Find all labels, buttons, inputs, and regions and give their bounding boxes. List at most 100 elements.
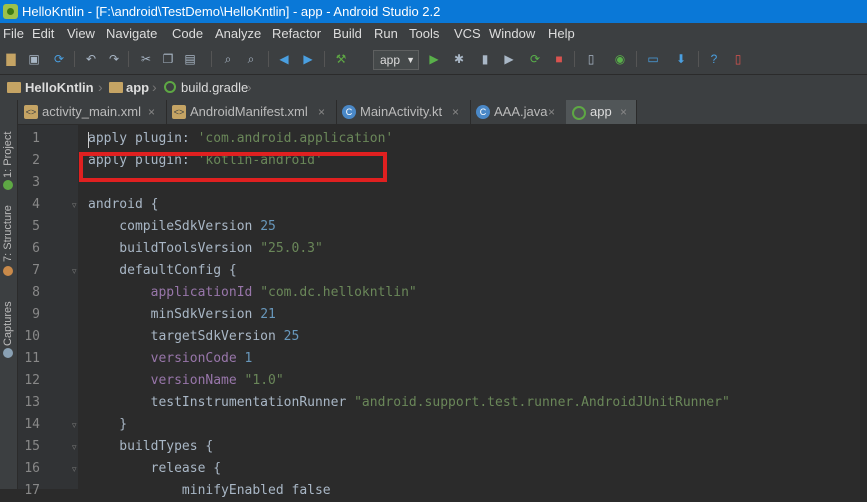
- menu-analyze[interactable]: Analyze: [215, 23, 261, 44]
- title-bar: HelloKntlin - [F:\android\TestDemo\Hello…: [0, 0, 867, 23]
- code-token: buildTypes {: [88, 439, 214, 454]
- menu-navigate[interactable]: Navigate: [106, 23, 157, 44]
- menu-vcs[interactable]: VCS: [454, 23, 481, 44]
- open-folder-icon[interactable]: ▇: [3, 52, 19, 66]
- project-structure-icon[interactable]: ▭: [645, 52, 661, 66]
- module-folder-icon: [109, 82, 123, 93]
- breadcrumb-module[interactable]: app: [126, 75, 149, 100]
- fold-marker-icon[interactable]: ▿: [72, 465, 81, 474]
- line-number: 17: [24, 483, 40, 498]
- back-icon[interactable]: ◀: [276, 52, 292, 66]
- manifest-file-icon: <>: [172, 105, 186, 119]
- menu-window[interactable]: Window: [489, 23, 535, 44]
- code-editor[interactable]: 1 2 3 4 5 6 7 8 9 10 11 12 13 14 15 16 17 ▿ ▿ ▿ ▿ ▿ apply plu…: [18, 125, 867, 498]
- code-token: "1.0": [244, 373, 284, 388]
- paste-icon[interactable]: ▤: [182, 52, 198, 66]
- run-icon[interactable]: ▶: [426, 52, 442, 66]
- tab-android-manifest[interactable]: <> AndroidManifest.xml ×: [166, 100, 337, 124]
- xml-file-icon: <>: [24, 105, 38, 119]
- tab-activity-main[interactable]: <> activity_main.xml ×: [18, 100, 167, 124]
- tab-label: app: [590, 104, 612, 119]
- window-title: HelloKntlin - [F:\android\TestDemo\Hello…: [22, 4, 441, 19]
- code-token: compileSdkVersion: [88, 219, 261, 234]
- side-tab-captures[interactable]: Captures: [0, 296, 17, 358]
- code-token: 1: [244, 351, 253, 366]
- gradle-icon: [572, 106, 586, 120]
- project-folder-icon: [7, 82, 21, 93]
- breadcrumb-separator-icon: ›: [247, 79, 252, 95]
- code-line: versionName "1.0": [88, 370, 284, 392]
- make-project-icon[interactable]: ⚒: [333, 52, 349, 66]
- chevron-down-icon: ▼: [406, 55, 415, 65]
- menu-build[interactable]: Build: [333, 23, 362, 44]
- undo-icon[interactable]: ↶: [83, 52, 99, 66]
- kotlin-class-icon: C: [342, 105, 356, 119]
- fold-marker-icon[interactable]: ▿: [72, 267, 81, 276]
- menu-run[interactable]: Run: [374, 23, 398, 44]
- copy-icon[interactable]: ❐: [160, 52, 176, 66]
- breadcrumb-file[interactable]: build.gradle: [181, 75, 248, 100]
- close-icon[interactable]: ×: [620, 100, 627, 124]
- stop-icon[interactable]: ■: [551, 52, 567, 66]
- profile-icon[interactable]: ▶: [501, 52, 517, 66]
- code-token: }: [88, 417, 128, 432]
- line-number-gutter: 1 2 3 4 5 6 7 8 9 10 11 12 13 14 15 16 17 ▿ ▿ ▿ ▿ ▿: [18, 125, 81, 498]
- save-icon[interactable]: ▣: [26, 52, 42, 66]
- debug-icon[interactable]: ✱: [451, 52, 467, 66]
- avd-manager-icon[interactable]: ▯: [583, 52, 599, 66]
- menu-help[interactable]: Help: [548, 23, 575, 44]
- apply-changes-icon[interactable]: ⟳: [527, 52, 543, 66]
- tab-label: AndroidManifest.xml: [190, 104, 308, 119]
- menu-file[interactable]: File: [3, 23, 24, 44]
- device-monitor-icon[interactable]: ▯: [730, 52, 746, 66]
- menu-refactor[interactable]: Refactor: [272, 23, 321, 44]
- line-number: 10: [24, 329, 40, 344]
- tab-app[interactable]: app ×: [566, 100, 637, 124]
- code-token: minifyEnabled false: [88, 483, 331, 498]
- replace-icon[interactable]: ⌕: [243, 52, 259, 66]
- find-icon[interactable]: ⌕: [220, 52, 236, 66]
- code-token: "com.dc.hellokntlin": [260, 285, 417, 300]
- cut-icon[interactable]: ✂: [138, 52, 154, 66]
- menu-tools[interactable]: Tools: [409, 23, 439, 44]
- fold-marker-icon[interactable]: ▿: [72, 421, 81, 430]
- line-number: 2: [32, 153, 40, 168]
- close-icon[interactable]: ×: [148, 100, 155, 124]
- tab-main-activity[interactable]: C MainActivity.kt ×: [336, 100, 471, 124]
- line-number: 5: [32, 219, 40, 234]
- code-line: versionCode 1: [88, 348, 253, 370]
- code-token: buildToolsVersion: [88, 241, 261, 256]
- text-caret: [88, 132, 89, 148]
- side-tab-label: Captures: [2, 301, 14, 346]
- fold-marker-icon[interactable]: ▿: [72, 201, 81, 210]
- redo-icon[interactable]: ↷: [106, 52, 122, 66]
- line-number: 13: [24, 395, 40, 410]
- menu-bar: File Edit View Navigate Code Analyze Ref…: [0, 23, 867, 44]
- menu-edit[interactable]: Edit: [32, 23, 54, 44]
- code-line: apply plugin: 'com.android.application': [88, 128, 393, 150]
- run-config-select[interactable]: app ▼: [373, 50, 419, 70]
- code-token: versionCode: [88, 351, 245, 366]
- sdk-download-icon[interactable]: ⬇: [673, 52, 689, 66]
- sync-icon[interactable]: ⟳: [51, 52, 67, 66]
- fold-marker-icon[interactable]: ▿: [72, 443, 81, 452]
- breadcrumb-project[interactable]: HelloKntlin: [25, 75, 94, 100]
- code-line: defaultConfig {: [88, 260, 236, 282]
- close-icon[interactable]: ×: [318, 100, 325, 124]
- help-icon[interactable]: ?: [706, 52, 722, 66]
- breadcrumb-separator-icon: ›: [98, 79, 103, 95]
- tab-label: MainActivity.kt: [360, 104, 443, 119]
- forward-icon[interactable]: ▶: [300, 52, 316, 66]
- side-tab-project[interactable]: 1: Project: [0, 118, 17, 190]
- tab-label: activity_main.xml: [42, 104, 141, 119]
- close-icon[interactable]: ×: [548, 100, 555, 124]
- close-icon[interactable]: ×: [452, 100, 459, 124]
- coverage-icon[interactable]: ▮: [477, 52, 493, 66]
- menu-view[interactable]: View: [67, 23, 95, 44]
- menu-code[interactable]: Code: [172, 23, 203, 44]
- code-token: apply plugin:: [88, 131, 198, 146]
- side-tab-structure[interactable]: 7: Structure: [0, 205, 17, 276]
- tab-aaa-java[interactable]: C AAA.java ×: [470, 100, 567, 124]
- code-line: minSdkVersion 21: [88, 304, 276, 326]
- sdk-manager-icon[interactable]: ◉: [612, 52, 628, 66]
